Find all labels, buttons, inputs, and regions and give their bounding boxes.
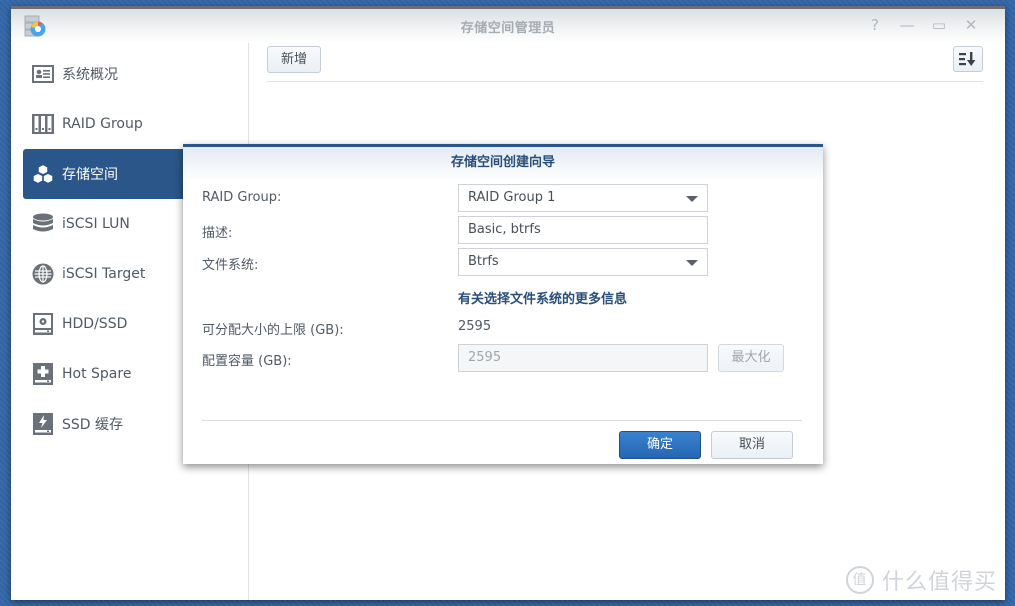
help-icon[interactable]: ?: [866, 16, 884, 34]
sidebar-item-label: Hot Spare: [62, 366, 132, 382]
description-label: 描述:: [202, 226, 233, 241]
title-bar[interactable]: 存储空间管理员 ? — ▭ ✕: [11, 9, 1005, 43]
raid-group-icon: [32, 113, 54, 135]
cancel-button[interactable]: 取消: [711, 431, 793, 459]
max-allocatable-label: 可分配大小的上限 (GB):: [202, 323, 344, 338]
sidebar-item-label: SSD 缓存: [62, 417, 124, 433]
capacity-label: 配置容量 (GB):: [202, 354, 292, 369]
minimize-icon[interactable]: —: [898, 16, 916, 34]
max-allocatable-row: 可分配大小的上限 (GB): 2595: [183, 313, 823, 341]
watermark: 值 什么值得买: [846, 564, 997, 596]
sort-descending-icon: [959, 52, 976, 66]
hot-spare-plus-icon: [32, 363, 54, 385]
window-title: 存储空间管理员: [460, 21, 556, 36]
filesystem-label: 文件系统:: [202, 258, 259, 273]
ssd-cache-bolt-icon: [32, 413, 54, 435]
raid-group-select[interactable]: RAID Group 1: [458, 184, 708, 212]
sidebar-item-label: 存储空间: [62, 167, 118, 183]
sidebar-item-label: iSCSI LUN: [62, 216, 130, 232]
description-input[interactable]: Basic, btrfs: [458, 216, 708, 244]
description-row: 描述: Basic, btrfs: [183, 216, 823, 244]
cubes-icon: [32, 163, 54, 185]
chevron-down-icon: [686, 196, 698, 202]
sidebar-item-label: iSCSI Target: [62, 266, 146, 282]
max-allocatable-value: 2595: [458, 319, 492, 334]
globe-icon: [32, 263, 54, 285]
filesystem-value: Btrfs: [468, 254, 499, 269]
capacity-input[interactable]: 2595: [458, 344, 708, 372]
sort-button[interactable]: [953, 46, 983, 72]
create-storage-wizard-dialog: 存储空间创建向导 RAID Group: RAID Group 1 描述: Ba…: [183, 144, 823, 464]
chevron-down-icon: [686, 260, 698, 266]
raid-group-row: RAID Group: RAID Group 1: [183, 184, 823, 212]
maximize-capacity-button[interactable]: 最大化: [718, 344, 784, 372]
sidebar-item-label: 系统概况: [62, 67, 118, 83]
capacity-row: 配置容量 (GB): 2595 最大化: [183, 344, 823, 372]
watermark-logo-icon: 值: [846, 566, 874, 594]
add-button[interactable]: 新增: [267, 46, 321, 73]
filesystem-select[interactable]: Btrfs: [458, 248, 708, 276]
sidebar-item-label: RAID Group: [62, 116, 143, 132]
hdd-icon: [32, 313, 54, 335]
filesystem-more-info-link[interactable]: 有关选择文件系统的更多信息: [458, 288, 627, 307]
raid-group-value: RAID Group 1: [468, 190, 556, 205]
watermark-text: 什么值得买: [882, 570, 998, 595]
sidebar-item-label: HDD/SSD: [62, 316, 128, 332]
ok-button[interactable]: 确定: [619, 431, 701, 459]
toolbar-divider: [267, 81, 983, 82]
close-icon[interactable]: ✕: [962, 16, 980, 34]
sidebar-item-storage-space[interactable]: 存储空间: [23, 149, 193, 199]
maximize-icon[interactable]: ▭: [930, 16, 948, 34]
dialog-footer-divider: [202, 420, 802, 421]
sidebar-item-raid-group[interactable]: RAID Group: [23, 99, 249, 149]
overview-card-icon: [32, 63, 54, 85]
database-icon: [32, 213, 54, 235]
raid-group-label: RAID Group:: [202, 190, 282, 205]
dialog-title: 存储空间创建向导: [183, 147, 823, 181]
sidebar-item-overview[interactable]: 系统概况: [23, 49, 249, 99]
filesystem-row: 文件系统: Btrfs: [183, 248, 823, 276]
